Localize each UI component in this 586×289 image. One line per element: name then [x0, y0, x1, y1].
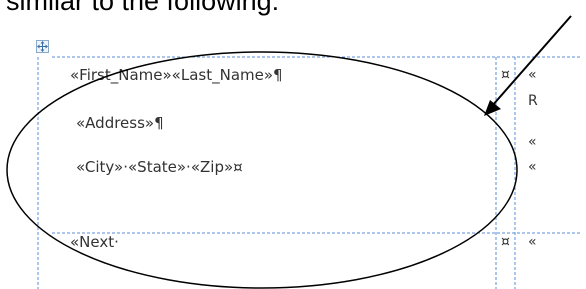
label-line-next: «Next· [70, 233, 119, 251]
right-column-fragment: « [528, 234, 537, 250]
label-line-city-state-zip: «City»·«State»·«Zip»¤ [76, 158, 243, 176]
label-line-name: «First_Name»«Last_Name»¶ [70, 66, 283, 84]
right-column-fragment: « [528, 134, 537, 150]
right-column-fragment: « [528, 159, 537, 175]
cell-end-marker: ¤ [501, 234, 510, 250]
label-line-address: «Address»¶ [76, 114, 164, 132]
table-move-handle-icon[interactable] [36, 40, 49, 53]
cell-end-marker: ¤ [501, 67, 510, 83]
right-column-fragment: R [528, 93, 538, 109]
right-column-fragment: « [528, 67, 537, 83]
caption-text: similar to the following: [6, 0, 280, 16]
